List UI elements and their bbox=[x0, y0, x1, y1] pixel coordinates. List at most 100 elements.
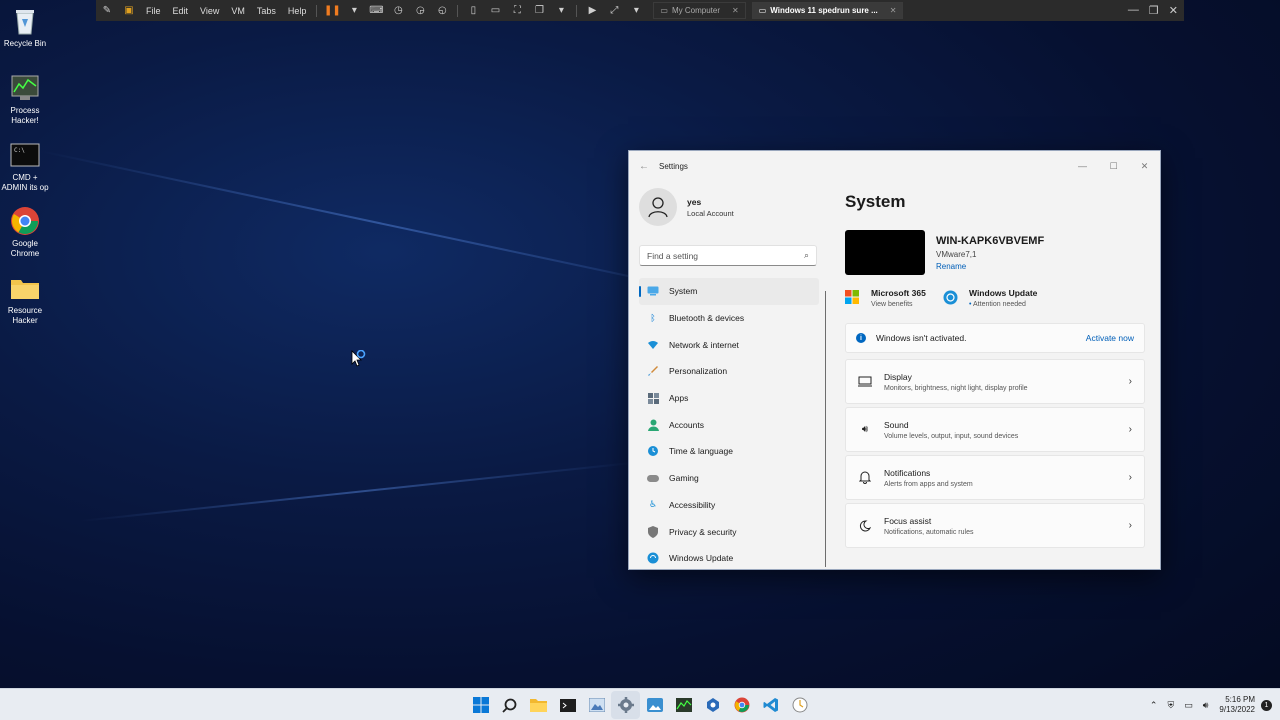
menu-file[interactable]: File bbox=[140, 6, 167, 16]
sidebar-item-privacy[interactable]: Privacy & security bbox=[639, 518, 819, 545]
chevron-down-icon[interactable]: ▾ bbox=[629, 4, 643, 18]
fullscreen-icon[interactable]: ▣ bbox=[122, 4, 136, 18]
volume-icon[interactable]: 🔊︎ bbox=[1203, 700, 1209, 711]
taskbar-settings[interactable] bbox=[611, 691, 640, 719]
minimize-icon[interactable]: — bbox=[1067, 161, 1098, 172]
taskbar-search-button[interactable] bbox=[495, 691, 524, 719]
sidebar-item-gaming[interactable]: Gaming bbox=[639, 465, 819, 492]
taskbar-image-viewer[interactable] bbox=[582, 691, 611, 719]
taskbar-vscode[interactable] bbox=[756, 691, 785, 719]
rename-link[interactable]: Rename bbox=[936, 262, 1044, 271]
sidebar-item-apps[interactable]: Apps bbox=[639, 385, 819, 412]
taskbar-resource-hacker[interactable] bbox=[698, 691, 727, 719]
scrollbar[interactable] bbox=[825, 291, 826, 567]
desktop-icon-resource-hacker[interactable]: Resource Hacker bbox=[0, 273, 50, 326]
network-icon[interactable]: ▭ bbox=[1184, 700, 1193, 711]
nav-label: Apps bbox=[669, 393, 689, 404]
settings-row-sound[interactable]: 🔊︎ Sound Volume levels, output, input, s… bbox=[845, 407, 1145, 452]
tab-label: Windows 11 spedrun sure ... bbox=[770, 6, 878, 15]
sidebar-item-accessibility[interactable]: ♿ Accessibility bbox=[639, 492, 819, 519]
nav-label: Bluetooth & devices bbox=[669, 313, 745, 324]
snapshot-icon[interactable]: ◷ bbox=[391, 4, 405, 18]
chevron-right-icon: › bbox=[1128, 424, 1132, 435]
menu-tabs[interactable]: Tabs bbox=[251, 6, 282, 16]
desktop-icon-process-hacker[interactable]: Process Hacker! bbox=[0, 73, 50, 126]
search-input[interactable] bbox=[647, 250, 804, 261]
start-button[interactable] bbox=[466, 691, 495, 719]
desktop-icon-cmd[interactable]: C:\ CMD + ADMIN its op bbox=[0, 140, 50, 193]
close-icon[interactable]: ✕ bbox=[1129, 161, 1160, 172]
menu-vm[interactable]: VM bbox=[225, 6, 251, 16]
sidebar-item-personalization[interactable]: Personalization bbox=[639, 358, 819, 385]
windows-update-link[interactable]: Windows Update • Attention needed bbox=[943, 288, 1043, 308]
unity-icon[interactable]: ❐ bbox=[532, 4, 546, 18]
settings-titlebar: ← Settings — ☐ ✕ bbox=[629, 151, 1160, 181]
taskbar-chrome[interactable] bbox=[727, 691, 756, 719]
desktop-icon-recycle-bin[interactable]: Recycle Bin bbox=[0, 6, 50, 49]
settings-gear-icon bbox=[617, 697, 634, 713]
chevron-up-icon[interactable]: ⌃ bbox=[1150, 700, 1158, 711]
menu-help[interactable]: Help bbox=[282, 6, 313, 16]
sidebar-toggle-icon[interactable]: ▯ bbox=[466, 4, 480, 18]
chevron-down-icon[interactable]: ▾ bbox=[554, 4, 568, 18]
sidebar-item-bluetooth[interactable]: ᛒ Bluetooth & devices bbox=[639, 305, 819, 332]
pin-icon[interactable]: ✎ bbox=[100, 4, 114, 18]
sidebar-item-windows-update[interactable]: Windows Update bbox=[639, 545, 819, 569]
tab-windows-11[interactable]: ▭ Windows 11 spedrun sure ... ✕ bbox=[751, 2, 904, 19]
folder-icon bbox=[10, 273, 40, 303]
pause-icon[interactable]: ❚❚ bbox=[324, 4, 341, 18]
thumbnail-icon[interactable]: ▭ bbox=[488, 4, 502, 18]
sidebar-item-system[interactable]: System bbox=[639, 278, 819, 305]
wallpaper-streak bbox=[79, 461, 638, 522]
maximize-icon[interactable]: ☐ bbox=[1098, 161, 1129, 172]
revert-snapshot-icon[interactable]: ◶ bbox=[413, 4, 427, 18]
stretch-icon[interactable]: ⤢ bbox=[607, 4, 621, 18]
microsoft-365-link[interactable]: Microsoft 365 View benefits bbox=[845, 288, 945, 308]
clock[interactable]: 5:16 PM 9/13/2022 bbox=[1219, 695, 1255, 715]
full-screen-icon[interactable]: ⛶ bbox=[510, 4, 524, 18]
notification-badge[interactable]: 1 bbox=[1261, 699, 1272, 711]
search-box: ⌕ bbox=[639, 245, 817, 266]
search-icon[interactable]: ⌕ bbox=[804, 250, 809, 261]
close-tab-icon[interactable]: ✕ bbox=[890, 6, 897, 15]
menu-edit[interactable]: Edit bbox=[167, 6, 195, 16]
desktop-icon-chrome[interactable]: Google Chrome bbox=[0, 206, 50, 259]
chevron-right-icon: › bbox=[1128, 472, 1132, 483]
nav-label: Gaming bbox=[669, 473, 699, 484]
settings-row-notifications[interactable]: Notifications Alerts from apps and syste… bbox=[845, 455, 1145, 500]
maximize-icon[interactable]: ❐ bbox=[1149, 4, 1159, 17]
chevron-down-icon[interactable]: ▾ bbox=[347, 4, 361, 18]
console-icon[interactable]: ▶ bbox=[585, 4, 599, 18]
row-title: Notifications bbox=[884, 467, 931, 478]
taskbar-photos[interactable] bbox=[640, 691, 669, 719]
menu-view[interactable]: View bbox=[194, 6, 225, 16]
taskbar-process-hacker[interactable] bbox=[669, 691, 698, 719]
sidebar-item-accounts[interactable]: Accounts bbox=[639, 411, 819, 438]
terminal-icon bbox=[559, 698, 576, 712]
close-icon[interactable]: ✕ bbox=[1169, 4, 1178, 17]
settings-row-display[interactable]: Display Monitors, brightness, night ligh… bbox=[845, 359, 1145, 404]
clock-date: 9/13/2022 bbox=[1219, 705, 1255, 714]
tab-my-computer[interactable]: ▭ My Computer ✕ bbox=[653, 2, 746, 19]
security-icon[interactable]: ⛨ bbox=[1167, 700, 1174, 711]
taskbar-clock-app[interactable] bbox=[785, 691, 814, 719]
sidebar-item-network[interactable]: Network & internet bbox=[639, 331, 819, 358]
back-arrow-icon[interactable]: ← bbox=[629, 161, 659, 172]
taskbar-file-explorer[interactable] bbox=[524, 691, 553, 719]
close-tab-icon[interactable]: ✕ bbox=[732, 6, 739, 15]
snapshot-manager-icon[interactable]: ◵ bbox=[435, 4, 449, 18]
activate-now-button[interactable]: Activate now bbox=[1086, 333, 1134, 343]
settings-row-focus-assist[interactable]: Focus assist Notifications, automatic ru… bbox=[845, 503, 1145, 548]
desktop-icon-label: Recycle Bin bbox=[3, 39, 47, 48]
minimize-icon[interactable]: — bbox=[1128, 4, 1139, 17]
quick-link-title: Microsoft 365 bbox=[871, 288, 926, 298]
row-subtitle: Volume levels, output, input, sound devi… bbox=[884, 432, 1019, 440]
send-keys-icon[interactable]: ⌨ bbox=[369, 4, 383, 18]
user-profile[interactable]: yes Local Account bbox=[639, 187, 819, 227]
tab-label: My Computer bbox=[671, 6, 720, 15]
taskbar-terminal[interactable] bbox=[553, 691, 582, 719]
sidebar-item-time-language[interactable]: Time & language bbox=[639, 438, 819, 465]
monitor-icon bbox=[647, 285, 659, 297]
process-hacker-icon bbox=[10, 73, 40, 103]
user-name: yes bbox=[687, 196, 702, 207]
